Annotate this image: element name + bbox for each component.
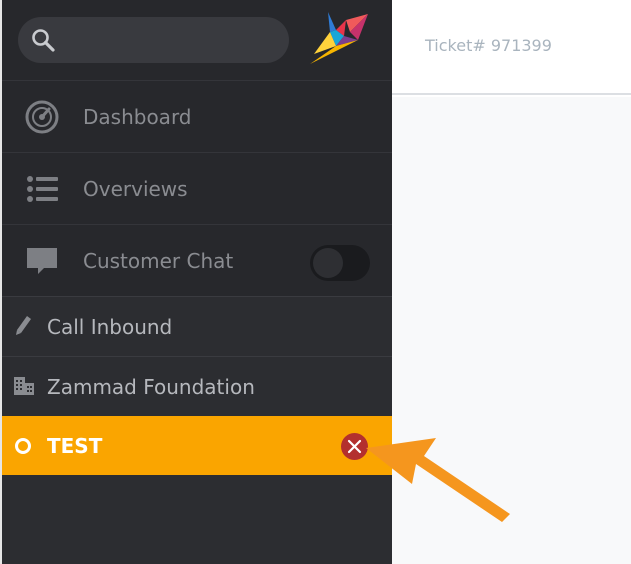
task-zammad-foundation[interactable]: Zammad Foundation [2, 356, 392, 416]
nav-item-label: Overviews [83, 177, 188, 201]
sidebar: Dashboard Overviews Customer Chat Call I… [2, 0, 392, 564]
chat-bubble-icon [24, 243, 60, 279]
search-box[interactable] [18, 17, 289, 63]
task-label: Call Inbound [47, 315, 173, 339]
status-ring-icon [15, 438, 31, 454]
annotation-arrow [366, 438, 510, 522]
sidebar-navigation: Dashboard Overviews Customer Chat [2, 0, 392, 296]
ticket-number[interactable]: Ticket# 971399 [425, 36, 552, 56]
list-icon [24, 171, 60, 207]
task-call-inbound[interactable]: Call Inbound [2, 296, 392, 356]
customer-chat-toggle[interactable] [310, 245, 370, 281]
search-input[interactable] [64, 17, 279, 63]
building-icon [12, 373, 36, 397]
nav-item-customer-chat[interactable]: Customer Chat [2, 224, 392, 296]
task-label: Zammad Foundation [47, 375, 255, 399]
toggle-knob [313, 248, 343, 278]
nav-item-label: Dashboard [83, 105, 192, 129]
ticket-header: Ticket# 971399 [392, 0, 631, 95]
nav-item-overviews[interactable]: Overviews [2, 152, 392, 224]
zammad-logo[interactable] [306, 10, 370, 66]
task-label: TEST [47, 434, 103, 458]
pencil-icon [12, 313, 36, 337]
nav-item-label: Customer Chat [83, 249, 234, 273]
dashboard-icon [24, 99, 60, 135]
task-test[interactable]: TEST [2, 416, 392, 475]
nav-item-dashboard[interactable]: Dashboard [2, 80, 392, 152]
search-icon [30, 27, 56, 53]
